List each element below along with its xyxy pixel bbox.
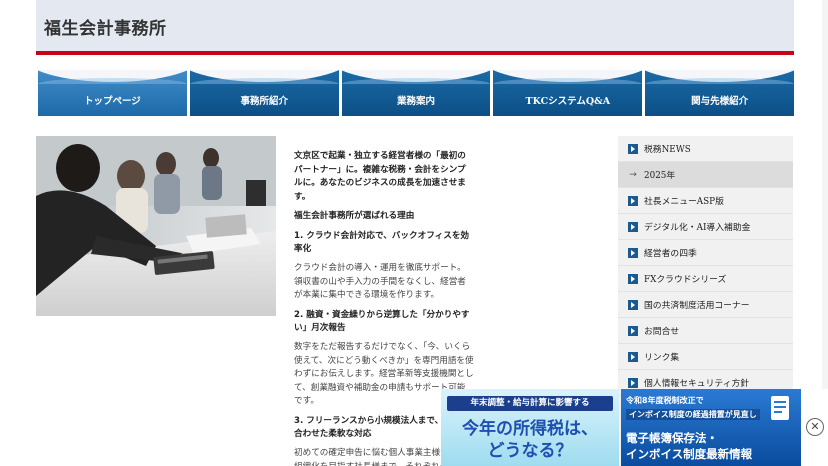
sidebar-item-label: 社長メニューASP版 xyxy=(644,197,724,207)
nav-item-top[interactable]: トップページ xyxy=(38,70,187,116)
reason-title: 1. クラウド会計対応で、バックオフィスを効率化 xyxy=(294,230,470,255)
sidebar-item-tax-news[interactable]: 税務NEWS xyxy=(618,136,793,162)
chevron-right-icon xyxy=(628,351,638,362)
sidebar-item-contact[interactable]: お問合せ xyxy=(618,318,793,344)
office-photo xyxy=(36,136,276,316)
reason-title: 2. 融資・資金繰りから逆算した「分かりやすい」月次報告 xyxy=(294,309,470,334)
sidebar-item-asp[interactable]: 社長メニューASP版 xyxy=(618,188,793,214)
nav-item-tkc-qa[interactable]: TKCシステムQ&A xyxy=(493,70,643,116)
sidebar-item-mutual-aid[interactable]: 国の共済制度活用コーナー xyxy=(618,292,793,318)
intro-text: 文京区で起業・独立する経営者様の「最初のパートナー」に。複雑な税務・会計をシンプ… xyxy=(294,151,466,202)
site-header: 福生会計事務所 xyxy=(36,0,794,52)
sidebar-item-links[interactable]: リンク集 xyxy=(618,344,793,370)
close-icon[interactable]: ✕ xyxy=(806,418,824,436)
nav-item-label: 事務所紹介 xyxy=(240,96,288,107)
sidebar-item-label: FXクラウドシリーズ xyxy=(644,275,727,285)
sidebar-item-label: お問合せ xyxy=(644,327,680,337)
sidebar-item-label: 国の共済制度活用コーナー xyxy=(644,301,750,311)
income-tax-banner[interactable]: 年末調整・給与計算に影響する 今年の所得税は、 どうなる？ xyxy=(441,389,619,466)
sidebar-item-label: 2025年 xyxy=(644,171,676,181)
chevron-right-icon xyxy=(628,143,638,154)
invoice-system-banner[interactable]: 令和8年度税制改正で インボイス制度の経過措置が見直し 電子帳簿保存法・ インボ… xyxy=(621,389,801,466)
nav-item-clients[interactable]: 関与先様紹介 xyxy=(645,70,794,116)
reasons-heading: 福生会計事務所が選ばれる理由 xyxy=(294,211,415,222)
sidebar-subitem-2025[interactable]: → 2025年 xyxy=(618,162,793,188)
arrow-right-icon: → xyxy=(629,169,637,180)
sidebar-item-label: リンク集 xyxy=(644,353,680,363)
chevron-right-icon xyxy=(628,195,638,206)
nav-item-label: TKCシステムQ&A xyxy=(525,96,611,107)
banner-tagline: 令和8年度税制改正で xyxy=(626,396,704,405)
main-nav: トップページ 事務所紹介 業務案内 TKCシステムQ&A 関与先様紹介 xyxy=(38,70,794,116)
sidebar-item-fx-cloud[interactable]: FXクラウドシリーズ xyxy=(618,266,793,292)
sidebar-item-label: 個人情報セキュリティ方針 xyxy=(644,379,750,389)
sidebar-item-label: 経営者の四季 xyxy=(644,249,697,259)
chevron-right-icon xyxy=(628,247,638,258)
chevron-right-icon xyxy=(628,273,638,284)
nav-item-label: 業務案内 xyxy=(396,96,435,107)
chevron-right-icon xyxy=(628,325,638,336)
sidebar-item-label: デジタル化・AI導入補助金 xyxy=(644,223,751,233)
page-scrollbar[interactable] xyxy=(822,0,828,389)
banner-headline-2: どうなる？ xyxy=(487,441,573,461)
chevron-right-icon xyxy=(628,377,638,388)
banner-headline-2: インボイス制度最新情報 xyxy=(626,447,753,461)
chevron-right-icon xyxy=(628,299,638,310)
banner-tagline: 年末調整・給与計算に影響する xyxy=(447,396,613,411)
site-title[interactable]: 福生会計事務所 xyxy=(44,14,167,39)
nav-item-services[interactable]: 業務案内 xyxy=(341,70,491,116)
banner-headline: 電子帳簿保存法・ xyxy=(626,431,718,445)
document-icon xyxy=(771,396,789,420)
sidebar-item-digital-subsidy[interactable]: デジタル化・AI導入補助金 xyxy=(618,214,793,240)
nav-item-label: トップページ xyxy=(83,96,141,107)
sidebar-item-label: 税務NEWS xyxy=(644,145,691,155)
nav-item-office[interactable]: 事務所紹介 xyxy=(189,70,339,116)
sidebar-item-four-seasons[interactable]: 経営者の四季 xyxy=(618,240,793,266)
header-red-rule xyxy=(36,51,794,55)
nav-item-label: 関与先様紹介 xyxy=(691,96,749,107)
office-photo-illustration xyxy=(36,136,276,316)
chevron-right-icon xyxy=(628,221,638,232)
banner-subtagline: インボイス制度の経過措置が見直し xyxy=(626,409,760,420)
reason-body: クラウド会計の導入・運用を徹底サポート。領収書の山や手入力の手間をなくし、経営者… xyxy=(294,263,466,301)
